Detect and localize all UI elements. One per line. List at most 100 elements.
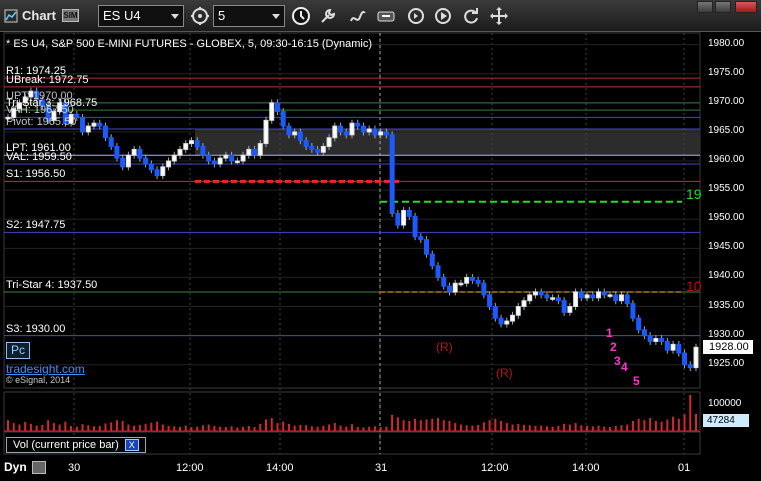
candle — [659, 338, 665, 342]
volume-bar — [574, 423, 577, 431]
volume-bar — [614, 425, 617, 431]
candle — [166, 160, 172, 168]
candle — [578, 291, 584, 299]
volume-bar — [224, 427, 227, 431]
volume-bar — [81, 424, 84, 431]
level-label-overlap: VAH: 1967.50 — [6, 104, 74, 117]
candle — [188, 140, 194, 145]
candle — [234, 160, 240, 164]
volume-bar — [110, 422, 113, 431]
chart-annotation: 1 — [606, 326, 613, 340]
level-label-overlap: UPT: 1970.00 — [6, 89, 73, 102]
volume-bar — [431, 418, 434, 431]
candle — [154, 169, 160, 177]
candle — [217, 157, 223, 165]
chart-annotation: (R) — [496, 366, 513, 380]
dyn-label: Dyn — [4, 460, 27, 474]
volume-bar — [666, 419, 669, 431]
volume-bar — [488, 420, 491, 431]
pc-button[interactable]: Pc — [6, 342, 30, 359]
price-chart[interactable] — [0, 0, 761, 481]
candle — [596, 291, 602, 299]
candle — [148, 163, 154, 171]
volume-bar — [654, 420, 657, 431]
candle — [670, 343, 676, 351]
candle — [91, 122, 97, 127]
volume-bar — [442, 420, 445, 431]
volume-bar — [580, 425, 583, 431]
candle — [452, 282, 458, 293]
close-icon[interactable]: X — [124, 439, 139, 451]
candle — [389, 134, 395, 214]
volume-bar — [620, 425, 623, 431]
volume-bar — [649, 418, 652, 431]
volume-bar — [179, 426, 181, 431]
time-tick-label: 30 — [68, 462, 81, 474]
volume-bar — [557, 425, 560, 431]
candle — [487, 294, 493, 308]
volume-bar — [322, 425, 325, 431]
candle — [349, 122, 355, 136]
candle — [131, 148, 137, 156]
volume-bar — [305, 425, 308, 431]
candle — [498, 317, 504, 325]
time-tick-label: 01 — [678, 462, 691, 474]
candle — [114, 145, 120, 159]
volume-bar — [391, 414, 394, 431]
candle — [332, 125, 338, 139]
candle — [309, 145, 315, 150]
candle — [246, 148, 252, 156]
volume-bar — [207, 424, 210, 431]
volume-bar — [121, 420, 124, 431]
candle — [532, 291, 538, 296]
volume-bar — [396, 417, 399, 431]
time-tick-label: 31 — [375, 462, 388, 474]
candle — [171, 154, 177, 162]
candle — [624, 294, 630, 305]
brand-link[interactable]: tradesight.com — [6, 362, 85, 376]
candle — [555, 297, 561, 302]
price-tick-label: 1965.00 — [708, 124, 745, 136]
volume-bar — [362, 427, 365, 431]
candle — [446, 285, 452, 293]
level-label: S1: 1956.50 — [6, 168, 66, 181]
candle — [693, 346, 699, 369]
candle — [406, 210, 412, 217]
volume-bar — [167, 425, 170, 431]
candle — [315, 148, 321, 153]
chart-annotation: 4 — [621, 360, 628, 374]
candle — [441, 276, 447, 287]
candle — [458, 282, 464, 286]
volume-panel-label: Vol (current price bar) — [13, 439, 119, 451]
current-volume-box: 47284 — [703, 414, 749, 427]
volume-bar — [631, 420, 634, 431]
dyn-toggle[interactable] — [32, 461, 46, 474]
volume-bar — [459, 424, 462, 431]
volume-bar — [597, 425, 600, 431]
candle — [343, 131, 349, 136]
volume-bar — [138, 424, 141, 431]
volume-bar — [402, 420, 405, 431]
candle — [320, 145, 326, 153]
volume-bar — [643, 420, 646, 431]
current-price-box: 1928.00 — [703, 340, 753, 355]
price-tick-label: 1970.00 — [708, 95, 745, 107]
candle — [687, 364, 693, 369]
candle — [269, 102, 275, 121]
volume-bar — [419, 420, 422, 431]
candle — [200, 145, 206, 156]
candle — [183, 143, 189, 150]
volume-bar — [545, 426, 548, 431]
volume-bar — [201, 425, 204, 431]
candle — [424, 239, 430, 255]
volume-bar — [310, 426, 313, 431]
volume-bar — [637, 418, 640, 431]
candle — [229, 154, 235, 162]
candle — [682, 352, 688, 366]
volume-panel-tag[interactable]: Vol (current price bar) X — [6, 437, 146, 453]
volume-bar — [328, 424, 331, 431]
chart-annotation: 10 — [686, 278, 702, 294]
volume-bar — [448, 420, 451, 431]
candle — [475, 279, 481, 284]
volume-bar — [689, 395, 692, 431]
